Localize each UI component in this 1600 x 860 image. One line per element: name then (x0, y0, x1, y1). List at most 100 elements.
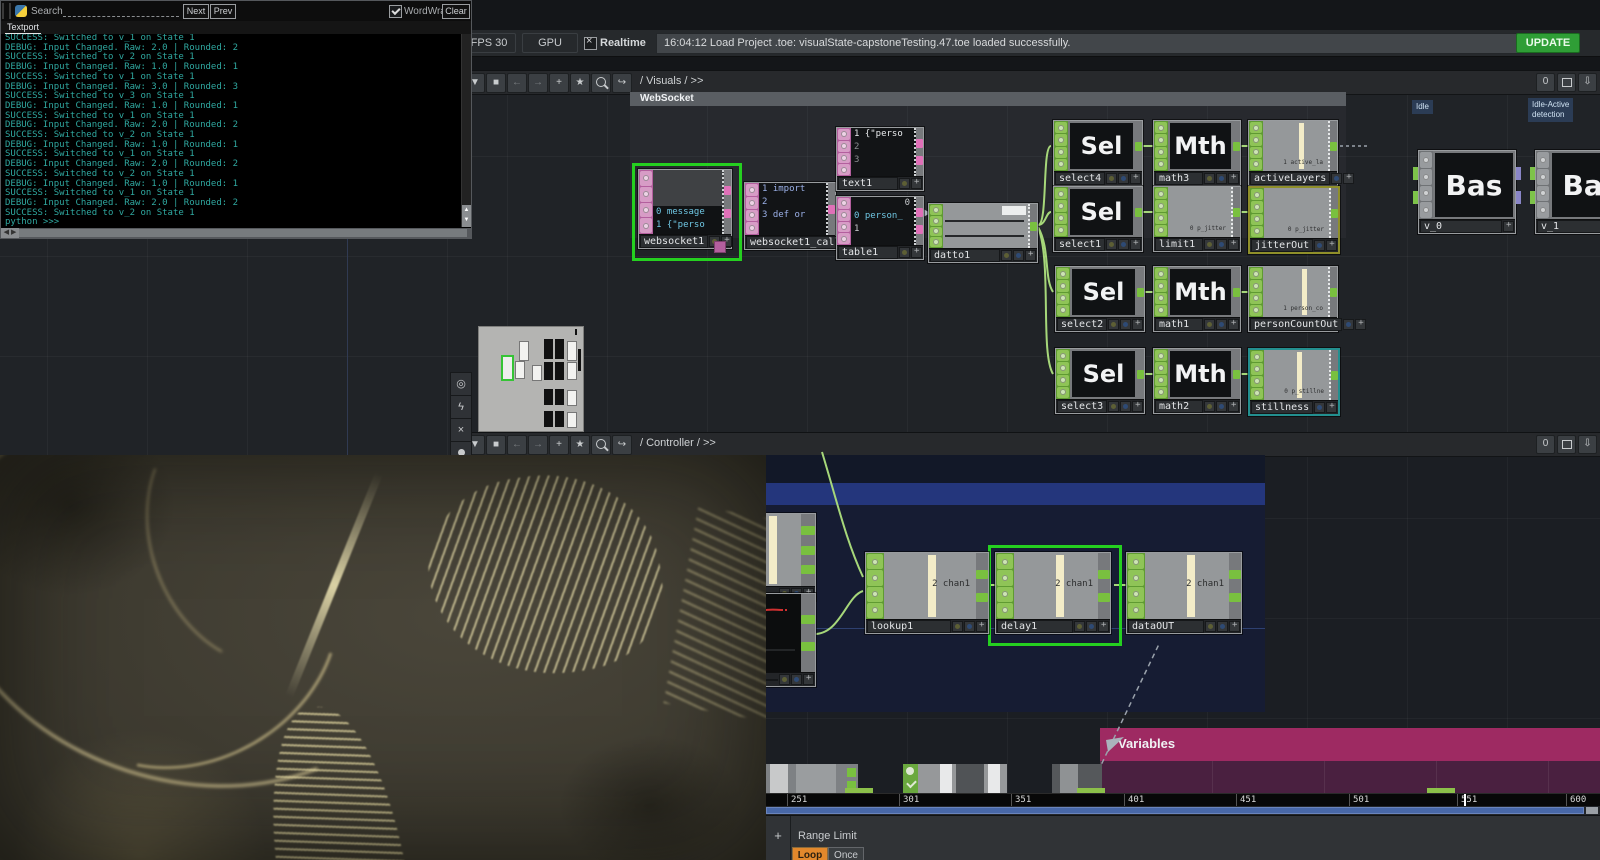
node-flag[interactable] (867, 570, 883, 585)
forward-arrow-icon[interactable]: → (528, 435, 548, 455)
node-flag[interactable] (1250, 147, 1262, 158)
node-blue-button[interactable] (1086, 621, 1097, 632)
node-plus-button[interactable] (1228, 401, 1239, 412)
node-flag[interactable] (746, 222, 758, 234)
node-flag[interactable] (1537, 169, 1549, 185)
node-outputs[interactable] (916, 128, 923, 176)
node-outputs[interactable] (1098, 553, 1110, 619)
node-personCountOut[interactable]: 1 person_co personCountOut (1248, 266, 1338, 332)
node-flag[interactable] (1155, 305, 1167, 316)
node-v0[interactable]: Bas v_0 (1418, 150, 1516, 234)
node-jitterOut[interactable]: 0 p_jitter jitterOut (1248, 186, 1340, 254)
node-flag[interactable] (1155, 387, 1167, 398)
node-flag[interactable] (640, 187, 652, 202)
node-flag[interactable] (1155, 213, 1167, 224)
node-flags[interactable] (1250, 350, 1264, 400)
node-flags[interactable] (1249, 121, 1263, 171)
node-flag[interactable] (838, 198, 850, 209)
node-outputs[interactable] (1233, 349, 1240, 399)
python-prompt[interactable]: python >>> (5, 218, 465, 227)
node-activeLayers[interactable]: 1 active_la activeLayers (1248, 120, 1338, 186)
node-flag[interactable] (1420, 186, 1432, 202)
node-flag[interactable] (867, 603, 883, 618)
node-plus-button[interactable] (1130, 173, 1141, 184)
node-olive-button[interactable] (779, 674, 790, 685)
node-flag[interactable] (1537, 152, 1549, 168)
horizontal-scrollbar[interactable]: ◀ ▶ (1, 228, 471, 238)
node-flag[interactable] (1055, 225, 1067, 236)
node-namebar[interactable]: table1 (837, 245, 923, 259)
node-flag[interactable] (1155, 293, 1167, 304)
node-outputs[interactable] (1030, 204, 1037, 248)
node-olive-button[interactable] (899, 178, 910, 189)
node-name[interactable]: websocket1 (640, 235, 708, 248)
node-select4[interactable]: Sel select4 (1053, 120, 1143, 186)
node-olive-button[interactable] (1108, 319, 1119, 330)
node-flag[interactable] (1251, 189, 1263, 200)
search-input[interactable] (63, 16, 179, 17)
node-lookup1[interactable]: 2 chan1 lookup1 (865, 552, 989, 634)
node-namebar[interactable]: select1 (1054, 237, 1142, 251)
node-flags[interactable] (1250, 188, 1264, 238)
realtime-checkbox[interactable] (584, 37, 597, 50)
node-flag[interactable] (1057, 375, 1069, 386)
node-name[interactable]: delay1 (997, 620, 1073, 633)
node-select2[interactable]: Sel select2 (1055, 266, 1145, 332)
node-namebar[interactable]: math1 (1154, 317, 1240, 331)
node-name[interactable]: select2 (1057, 318, 1107, 331)
node-flag[interactable] (1251, 376, 1263, 387)
node-name[interactable]: table1 (838, 246, 898, 259)
node-plus-button[interactable] (1326, 402, 1337, 413)
status-message[interactable]: 16:04:12 Load Project .toe: visualState-… (656, 33, 1524, 54)
node-plus-button[interactable] (1503, 221, 1514, 232)
node-plus-button[interactable] (1228, 239, 1239, 250)
scrollbar-arrows[interactable]: ▲▼ (462, 205, 471, 227)
node-v1[interactable]: Bas v_1 (1535, 150, 1600, 234)
node-name[interactable]: select4 (1055, 172, 1105, 185)
node-delay1[interactable]: 2 chan1 delay1 (995, 552, 1111, 634)
node-buttons[interactable] (1331, 173, 1354, 184)
node-flag[interactable] (1537, 202, 1549, 218)
node-text1[interactable]: 1 {"perso 2 3 text1 (836, 127, 924, 191)
node-flag[interactable] (1055, 147, 1067, 158)
node-blue-button[interactable] (1331, 173, 1342, 184)
node-namebar[interactable]: select3 (1056, 399, 1144, 413)
node-name[interactable]: v_0 (1420, 220, 1502, 233)
node-math1[interactable]: Mth math1 (1153, 266, 1241, 332)
node-select3[interactable]: Sel select3 (1055, 348, 1145, 414)
add-timeline-button[interactable]: + (766, 816, 791, 860)
node-buttons[interactable] (779, 674, 814, 685)
node-flags[interactable] (1054, 187, 1068, 237)
node-outputs[interactable] (724, 170, 731, 234)
node-viewer[interactable]: 0 message 1 {"perso (653, 170, 724, 234)
node-flag[interactable] (930, 205, 942, 215)
node-flag[interactable] (867, 587, 883, 602)
collapse-pane-icon[interactable]: ⇩ (1578, 73, 1597, 92)
search-next-button[interactable]: Next (183, 4, 209, 19)
pane-counter[interactable]: 0 (1536, 73, 1555, 92)
select-tool-icon[interactable]: ◎ (451, 373, 471, 396)
bookmark-star-icon[interactable]: ★ (570, 73, 590, 93)
node-flag[interactable] (640, 203, 652, 218)
node-outputs[interactable] (1331, 188, 1338, 238)
node-outputs[interactable] (828, 183, 835, 235)
node-viewer[interactable] (943, 204, 1030, 248)
node-name[interactable]: text1 (838, 177, 898, 190)
node-flag[interactable] (1155, 200, 1167, 211)
node-namebar[interactable]: text1 (837, 176, 923, 190)
node-flag[interactable] (1055, 134, 1067, 145)
pane-stop-icon[interactable]: ■ (486, 435, 506, 455)
node-outputs[interactable] (1330, 121, 1337, 171)
node-flag[interactable] (1155, 159, 1167, 170)
node-flag[interactable] (1057, 280, 1069, 291)
collapse-pane-icon[interactable]: ⇩ (1578, 435, 1597, 454)
node-flag[interactable] (997, 554, 1013, 569)
node-namebar[interactable]: math2 (1154, 399, 1240, 413)
node-namebar[interactable]: limit1 (1154, 237, 1240, 251)
node-flags[interactable] (1154, 267, 1168, 317)
node-flag[interactable] (746, 197, 758, 209)
node-name[interactable]: activeLayers (1250, 172, 1330, 185)
node-blue-button[interactable] (1217, 621, 1228, 632)
node-buttons[interactable] (1106, 173, 1141, 184)
node-buttons[interactable] (1074, 621, 1109, 632)
